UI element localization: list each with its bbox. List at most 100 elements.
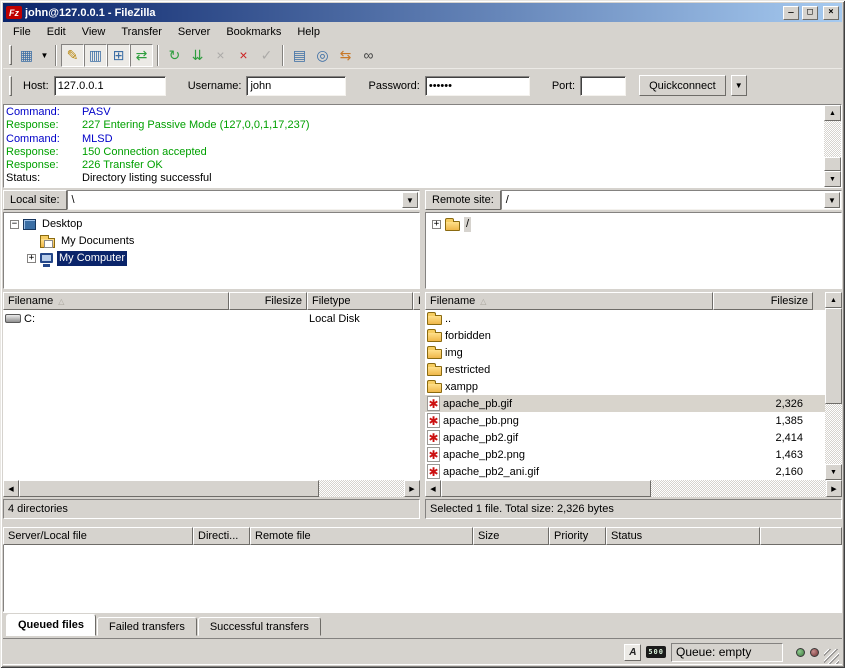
table-row[interactable]: C:Local Disk	[3, 310, 420, 327]
scroll-left-icon[interactable]: ◀	[3, 480, 19, 497]
table-row[interactable]: ✱apache_pb.gif2,326	[425, 395, 825, 412]
collapse-minus-icon[interactable]: −	[10, 220, 19, 229]
tab-queued-files[interactable]: Queued files	[6, 614, 96, 636]
reconnect-button[interactable]: ✓	[255, 44, 278, 67]
column-header-directi-[interactable]: Directi...	[193, 527, 250, 545]
host-input[interactable]	[54, 76, 166, 96]
toggle-transfer-queue-button[interactable]: ⇄	[130, 44, 153, 67]
menu-item-file[interactable]: File	[5, 24, 39, 40]
scroll-left-icon[interactable]: ◀	[425, 480, 441, 497]
transfer-type-icon[interactable]: A	[624, 644, 641, 661]
scroll-up-icon[interactable]: ▲	[825, 292, 842, 308]
table-row[interactable]: ✱apache_pb2_ani.gif2,160	[425, 463, 825, 480]
tree-item[interactable]: My Documents	[6, 233, 417, 250]
remote-vscrollbar[interactable]: ▲ ▼	[825, 292, 842, 480]
table-row[interactable]: img	[425, 344, 825, 361]
site-manager-button[interactable]: ▦	[15, 44, 38, 67]
log-scrollbar[interactable]: ▲ ▼	[824, 105, 841, 187]
password-input[interactable]	[425, 76, 530, 96]
menu-item-bookmarks[interactable]: Bookmarks	[218, 24, 289, 40]
tree-item[interactable]: +/	[428, 216, 839, 233]
quickconnect-dropdown-button[interactable]: ▼	[731, 75, 747, 96]
tab-failed-transfers[interactable]: Failed transfers	[97, 617, 197, 636]
cancel-button[interactable]: ×	[209, 44, 232, 67]
column-header-priority[interactable]: Priority	[549, 527, 606, 545]
sync-browsing-button[interactable]: ⇆	[334, 44, 357, 67]
local-site-dropdown[interactable]: ▼	[402, 192, 418, 208]
log-scroll-thumb[interactable]	[824, 157, 841, 171]
disconnect-button[interactable]: ×	[232, 44, 255, 67]
column-header-server-local-file[interactable]: Server/Local file	[3, 527, 193, 545]
expand-plus-icon[interactable]: +	[432, 220, 441, 229]
tree-item[interactable]: +My Computer	[6, 250, 417, 267]
remote-hscroll-track[interactable]	[651, 480, 826, 497]
filename-cell: xampp	[425, 378, 713, 395]
scroll-right-icon[interactable]: ▶	[826, 480, 842, 497]
column-header-status[interactable]: Status	[606, 527, 760, 545]
scroll-up-icon[interactable]: ▲	[824, 105, 841, 121]
file-search-button[interactable]: ◎	[311, 44, 334, 67]
toolbar-grip[interactable]	[9, 45, 12, 65]
column-header-empty[interactable]	[760, 527, 842, 545]
column-header-label: Filename	[8, 295, 53, 307]
table-row[interactable]: ..	[425, 310, 825, 327]
expand-plus-icon[interactable]: +	[27, 254, 36, 263]
maximize-button[interactable]: □	[802, 6, 818, 20]
local-hscroll-thumb[interactable]	[19, 480, 319, 497]
tree-item[interactable]: −Desktop	[6, 216, 417, 233]
toggle-message-log-button[interactable]: ✎	[61, 44, 84, 67]
title-bar[interactable]: Fz john@127.0.0.1 - FileZilla _ □ ×	[3, 3, 842, 22]
menu-item-transfer[interactable]: Transfer	[113, 24, 170, 40]
site-manager-dropdown[interactable]: ▼	[38, 44, 51, 67]
port-input[interactable]	[580, 76, 626, 96]
column-header-filesize[interactable]: Filesize	[713, 292, 813, 310]
refresh-button[interactable]: ↻	[163, 44, 186, 67]
table-row[interactable]: xampp	[425, 378, 825, 395]
menu-item-server[interactable]: Server	[170, 24, 218, 40]
local-site-combo[interactable]: \ ▼	[67, 190, 420, 210]
log-line: Response:150 Connection accepted	[6, 146, 822, 159]
scroll-right-icon[interactable]: ▶	[404, 480, 420, 497]
column-header-filetype[interactable]: Filetype	[307, 292, 413, 310]
tab-successful-transfers[interactable]: Successful transfers	[198, 617, 321, 636]
minimize-button[interactable]: _	[783, 6, 799, 20]
menu-item-edit[interactable]: Edit	[39, 24, 74, 40]
scroll-down-icon[interactable]: ▼	[825, 464, 842, 480]
directory-comparison-button[interactable]: ∞	[357, 44, 380, 67]
table-row[interactable]: ✱apache_pb2.png1,463	[425, 446, 825, 463]
window-title: john@127.0.0.1 - FileZilla	[25, 7, 780, 19]
username-input[interactable]	[246, 76, 346, 96]
column-header-size[interactable]: Size	[473, 527, 549, 545]
remote-vscroll-thumb[interactable]	[825, 308, 842, 404]
remote-hscrollbar[interactable]: ◀ ▶	[425, 480, 842, 497]
remote-hscroll-thumb[interactable]	[441, 480, 651, 497]
column-header-filename[interactable]: Filename△	[425, 292, 713, 310]
quickconnect-button[interactable]: Quickconnect	[639, 75, 726, 96]
toolbar-grip[interactable]	[9, 76, 12, 96]
table-row[interactable]: ✱apache_pb2.gif2,414	[425, 429, 825, 446]
remote-site-dropdown[interactable]: ▼	[824, 192, 840, 208]
filter-button[interactable]: ▤	[288, 44, 311, 67]
toggle-remote-tree-button[interactable]: ⊞	[107, 44, 130, 67]
column-header-l[interactable]: L	[413, 292, 420, 310]
local-site-label: Local site:	[3, 190, 67, 210]
toggle-local-tree-button[interactable]: ▥	[84, 44, 107, 67]
remote-vscroll-track[interactable]	[825, 404, 842, 464]
column-header-filesize[interactable]: Filesize	[229, 292, 307, 310]
table-row[interactable]: ✱apache_pb.png1,385	[425, 412, 825, 429]
local-hscroll-track[interactable]	[319, 480, 404, 497]
menu-item-view[interactable]: View	[74, 24, 114, 40]
column-header-remote-file[interactable]: Remote file	[250, 527, 473, 545]
log-scroll-track[interactable]	[824, 121, 841, 157]
remote-site-combo[interactable]: / ▼	[501, 190, 842, 210]
table-row[interactable]: restricted	[425, 361, 825, 378]
table-row[interactable]: forbidden	[425, 327, 825, 344]
local-hscrollbar[interactable]: ◀ ▶	[3, 480, 420, 497]
column-header-filename[interactable]: Filename△	[3, 292, 229, 310]
speed-limits-icon[interactable]: 500	[646, 646, 666, 658]
close-button[interactable]: ×	[823, 6, 839, 20]
menu-item-help[interactable]: Help	[289, 24, 328, 40]
scroll-down-icon[interactable]: ▼	[824, 171, 841, 187]
process-queue-button[interactable]: ⇊	[186, 44, 209, 67]
resize-grip[interactable]	[824, 649, 839, 664]
